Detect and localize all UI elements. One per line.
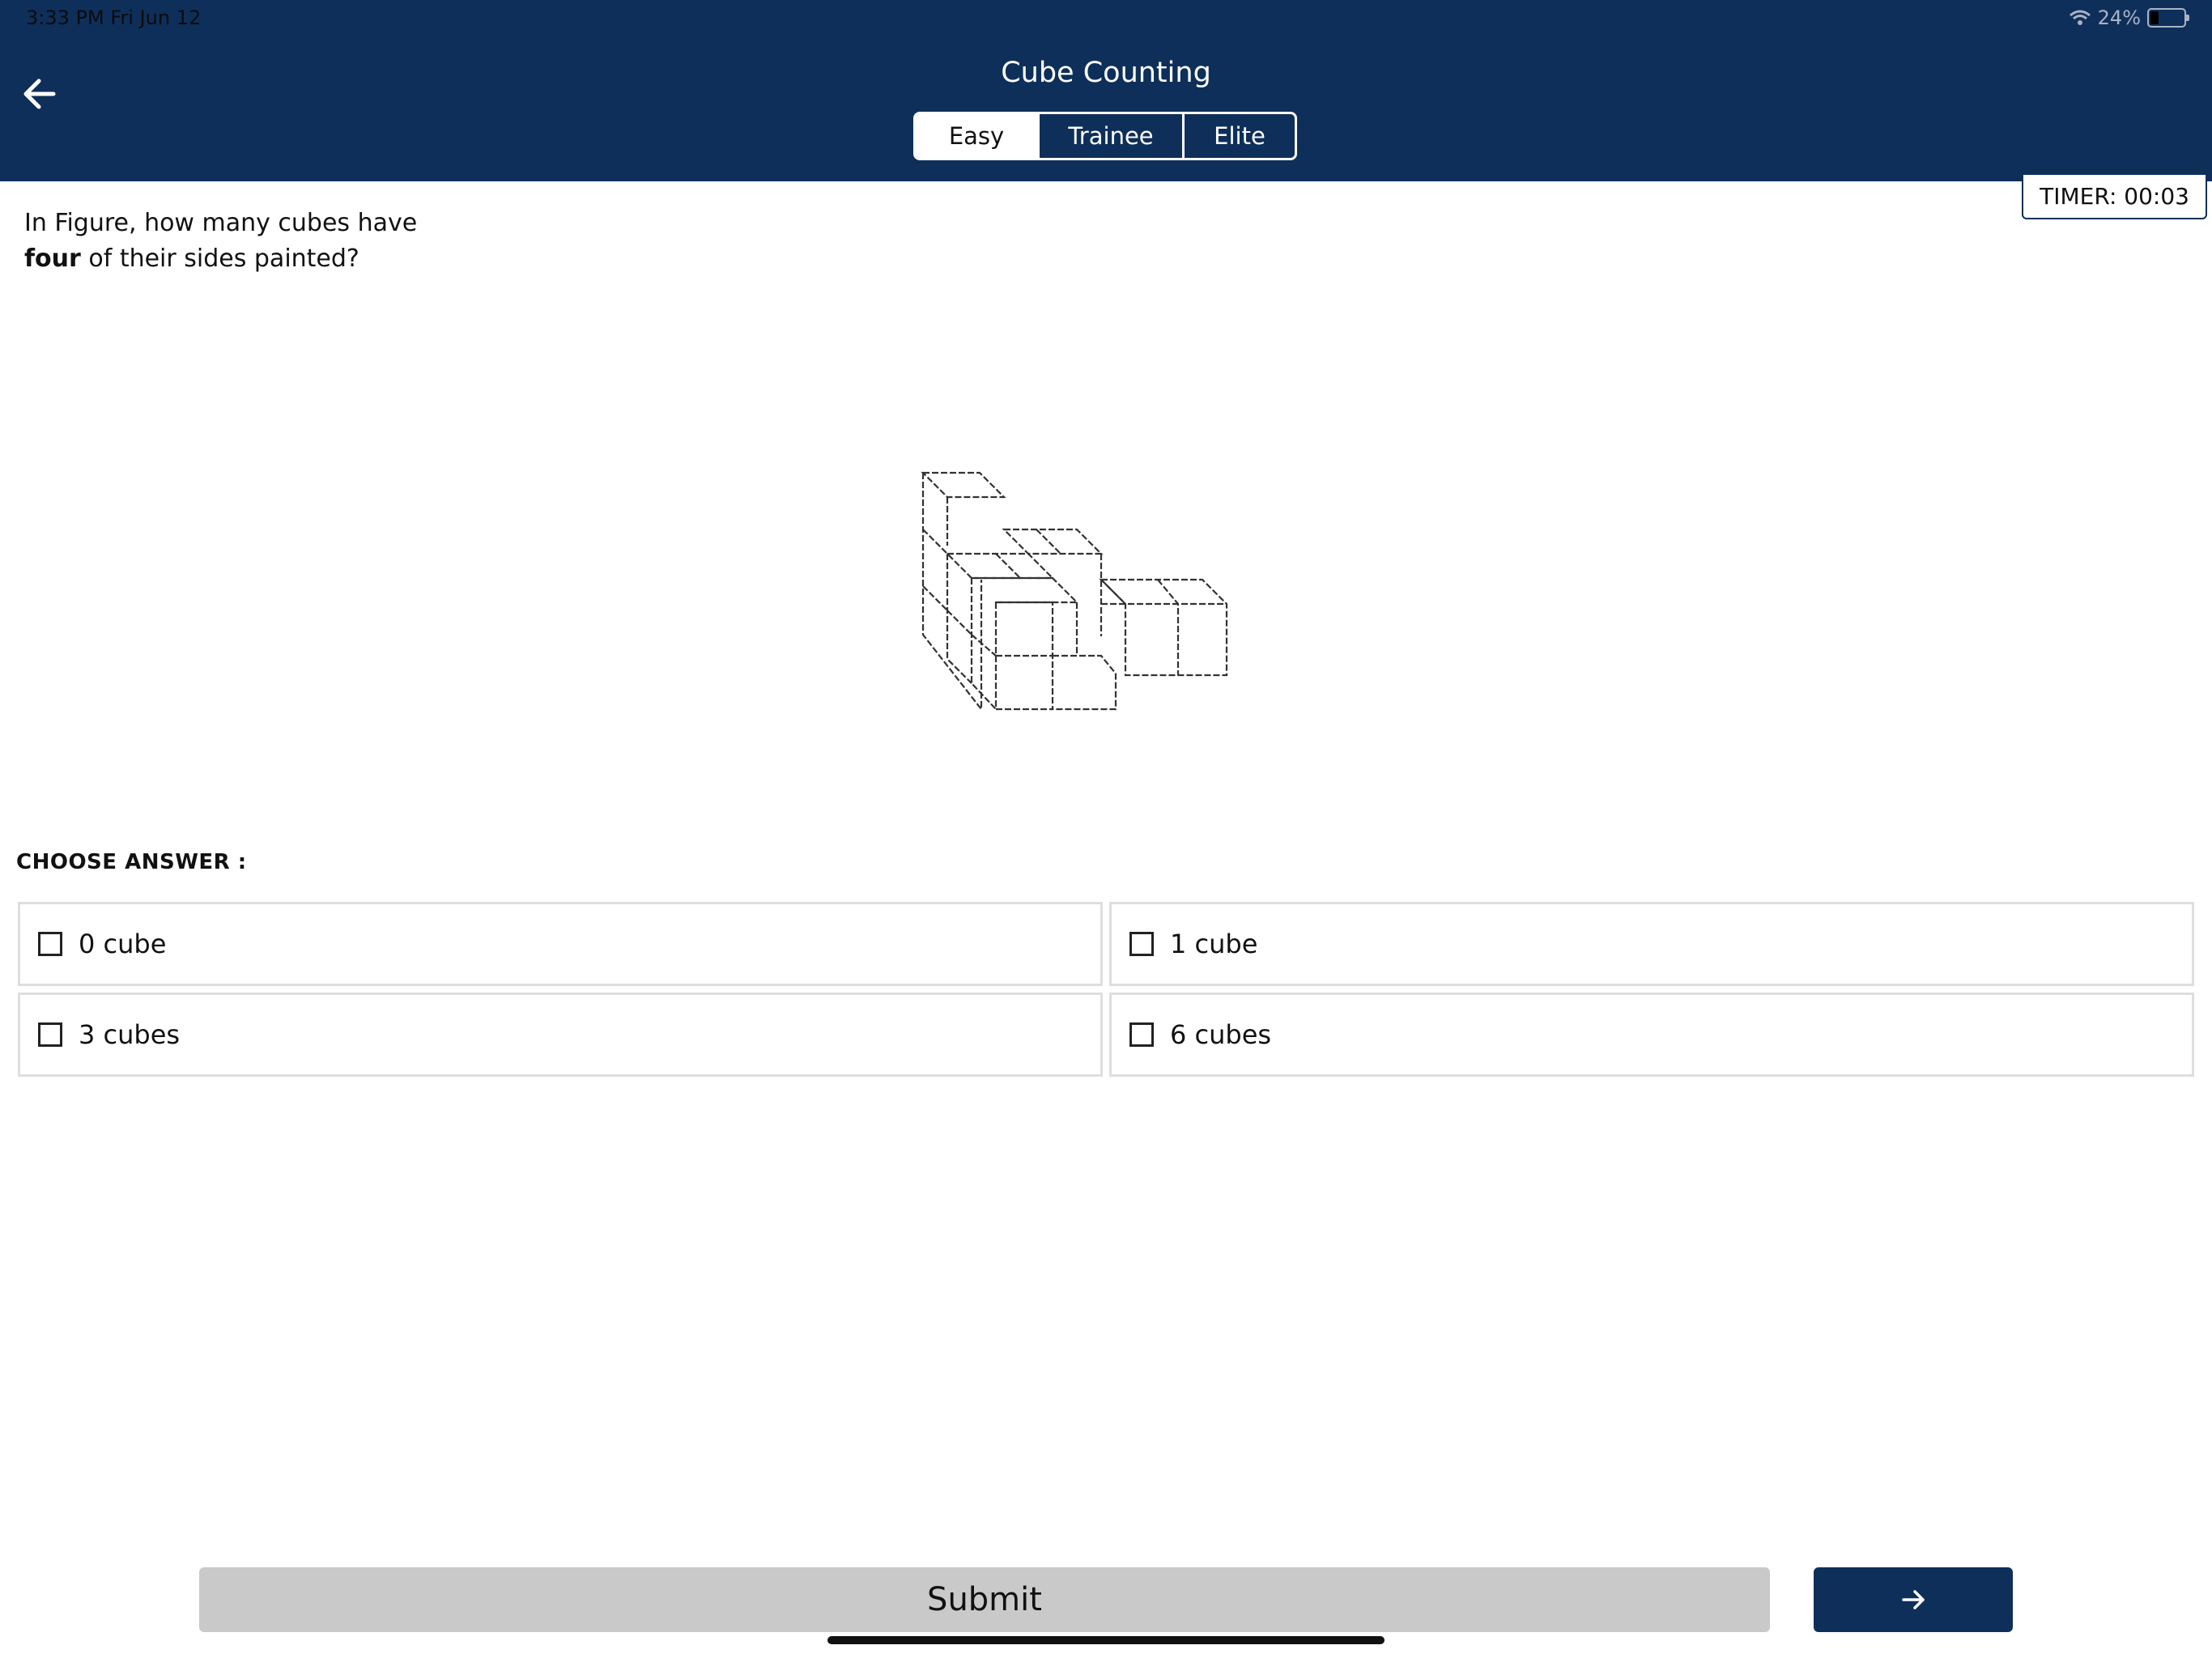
answer-label: 6 cubes (1170, 1019, 1272, 1050)
home-indicator (827, 1636, 1385, 1644)
battery-percent: 24% (2097, 6, 2141, 29)
answer-option-1[interactable]: 0 cube (18, 902, 1103, 986)
question-text: In Figure, how many cubes have four of t… (24, 206, 417, 277)
question-emphasis: four (24, 244, 81, 273)
next-button[interactable] (1814, 1567, 2013, 1632)
submit-button[interactable]: Submit (199, 1567, 1770, 1632)
tab-elite[interactable]: Elite (1182, 114, 1295, 158)
tab-trainee[interactable]: Trainee (1037, 114, 1182, 158)
question-line-1: In Figure, how many cubes have (24, 209, 418, 237)
answer-option-4[interactable]: 6 cubes (1109, 993, 2194, 1077)
wifi-icon (2069, 10, 2091, 25)
answer-option-2[interactable]: 1 cube (1109, 902, 2194, 986)
checkbox-icon[interactable] (38, 1022, 62, 1047)
answer-label: 1 cube (1170, 929, 1258, 959)
checkbox-icon[interactable] (38, 932, 62, 956)
checkbox-icon[interactable] (1129, 1022, 1154, 1047)
answer-label: 0 cube (79, 929, 167, 959)
question-line-2: four of their sides painted? (24, 241, 417, 277)
cube-figure (921, 471, 1228, 712)
question-line-2-rest: of their sides painted? (80, 244, 359, 273)
difficulty-tabs: Easy Trainee Elite (913, 112, 1297, 160)
status-time: 3:33 PM Fri Jun 12 (26, 6, 202, 29)
status-bar-right: 24% (2069, 6, 2189, 29)
answer-label: 3 cubes (79, 1019, 181, 1050)
answer-option-3[interactable]: 3 cubes (18, 993, 1103, 1077)
battery-icon (2147, 8, 2189, 28)
arrow-right-icon (1902, 1590, 1925, 1609)
choose-answer-label: CHOOSE ANSWER : (16, 850, 247, 874)
app-header: 3:33 PM Fri Jun 12 24% Cube Counting Eas… (0, 0, 2212, 181)
timer: TIMER: 00:03 (2022, 175, 2207, 219)
answer-grid: 0 cube 1 cube 3 cubes 6 cubes (18, 902, 2194, 1077)
page-title: Cube Counting (1001, 57, 1211, 89)
tab-easy[interactable]: Easy (916, 114, 1037, 158)
checkbox-icon[interactable] (1129, 932, 1154, 956)
